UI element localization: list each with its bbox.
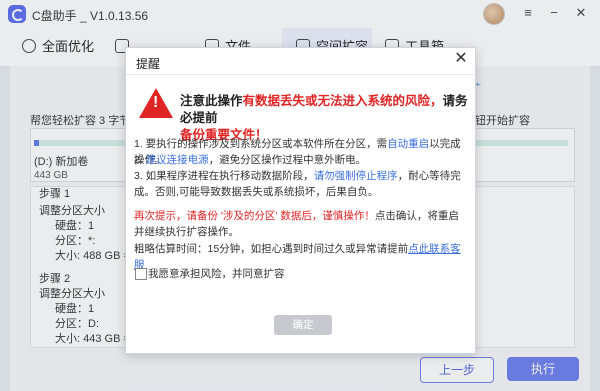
reminder-dialog: 提醒 ✕ ! 注意此操作有数据丢失或无法进入系统的风险，请务必提前 备份重要文件…	[125, 47, 476, 354]
agree-risk-checkbox[interactable]	[135, 268, 147, 280]
divider	[126, 74, 475, 75]
dialog-title: 提醒	[136, 57, 161, 71]
reminder-text: 再次提示，请备份 '涉及的分区' 数据后，谨慎操作！点击确认，将重启并继续执行扩…	[134, 210, 459, 238]
confirm-button[interactable]: 确定	[274, 315, 332, 335]
close-icon[interactable]: ✕	[451, 49, 471, 69]
agree-risk-label[interactable]: 我愿意承担风险，并同意扩容	[148, 266, 285, 281]
notice-item-2: 2. 建议连接电源，避免分区操作过程中意外断电。	[134, 154, 367, 166]
warning-triangle-icon: !	[139, 88, 173, 118]
notice-item-3: 3. 如果程序进程在执行移动数据阶段，请勿强制停止程序，耐心等待完成。否则,可能…	[134, 170, 461, 198]
